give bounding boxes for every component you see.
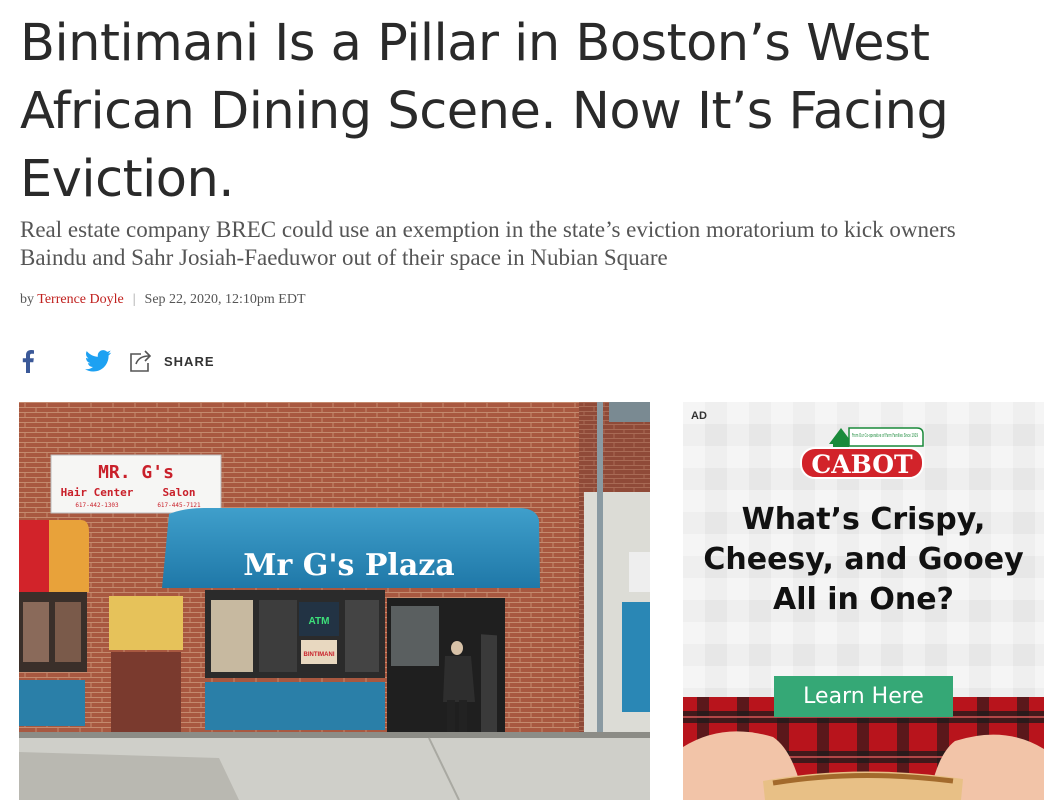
atm-sign: ATM [309,616,330,627]
svg-text:From Our Co-operative of Farm: From Our Co-operative of Farm Families S… [852,433,918,439]
article-headline: Bintimani Is a Pillar in Boston’s West A… [20,14,949,209]
share-icon [130,350,152,372]
awning-sign: Mr G's Plaza [243,548,454,583]
cabot-advertisement[interactable]: AD From Our Co-operative of Farm Familie… [683,402,1044,800]
share-button[interactable]: SHARE [128,348,215,374]
article-dek: Real estate company BREC could use an ex… [20,217,956,270]
byline: by Terrence Doyle | Sep 22, 2020, 12:10pm … [20,292,306,308]
ad-headline: What’s Crispy, Cheesy, and Gooey All in … [703,502,1024,617]
salon-sign-name: MR. G's [98,462,174,483]
author-link[interactable]: Terrence Doyle [37,292,123,307]
salon-sign-phone-right: 617-445-7121 [157,502,201,509]
storefront-photo: MR. G's Hair Center Salon 617-442-1303 6… [19,402,650,800]
share-label: SHARE [164,353,215,369]
twitter-share-button[interactable] [84,347,114,375]
salon-sign-left: Hair Center [61,486,134,499]
learn-here-button[interactable]: Learn Here [774,676,953,717]
share-bar: SHARE [18,346,215,376]
facebook-share-button[interactable] [18,347,38,375]
ad-label: AD [691,410,707,422]
byline-separator: | [132,292,136,307]
facebook-icon [22,350,34,373]
publish-date: Sep 22, 2020, 12:10pm EDT [144,292,306,307]
cabot-brand: CABOT [811,450,913,479]
twitter-icon [84,350,112,372]
byline-prefix: by [20,292,34,307]
salon-sign-right: Salon [162,486,195,499]
salon-sign-phone-left: 617-442-1303 [75,502,119,509]
cabot-logo: From Our Co-operative of Farm Families S… [800,427,924,479]
window-sign: BINTIMANI [304,652,335,658]
